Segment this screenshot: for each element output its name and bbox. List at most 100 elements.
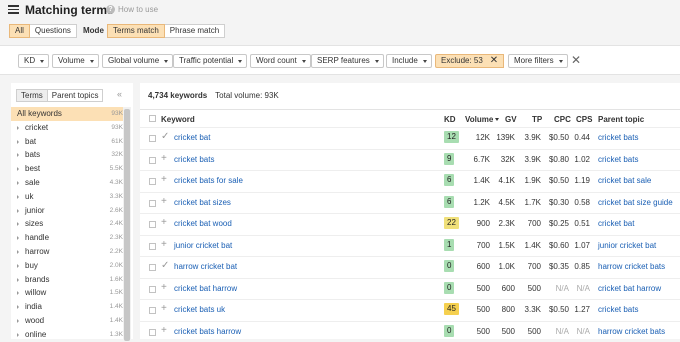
add-to-list-icon[interactable]: +: [161, 325, 167, 337]
add-to-list-icon[interactable]: +: [161, 282, 167, 294]
col-keyword[interactable]: Keyword: [161, 115, 195, 124]
expand-icon[interactable]: [17, 236, 19, 240]
add-to-list-icon[interactable]: +: [161, 239, 167, 251]
row-checkbox[interactable]: [149, 264, 156, 271]
exclude-clear-icon[interactable]: ✕: [485, 54, 504, 68]
expand-icon[interactable]: [17, 181, 19, 185]
added-check-icon[interactable]: ✓: [161, 131, 169, 143]
tab-terms[interactable]: Terms: [16, 89, 48, 102]
col-tp[interactable]: TP: [532, 115, 542, 124]
col-kd[interactable]: KD: [444, 115, 456, 124]
keyword-link[interactable]: cricket bats for sale: [174, 176, 243, 185]
sidebar-item[interactable]: buy2.0K: [11, 259, 123, 273]
keyword-link[interactable]: cricket bats: [174, 155, 214, 164]
parent-topic-link[interactable]: cricket bat size guide: [598, 198, 673, 207]
filter-exclude[interactable]: Exclude: 53: [435, 54, 489, 68]
expand-icon[interactable]: [17, 126, 19, 130]
sidebar-item[interactable]: best5.5K: [11, 162, 123, 176]
terms-match-button[interactable]: Terms match: [107, 24, 165, 38]
row-checkbox[interactable]: [149, 329, 156, 336]
parent-topic-link[interactable]: junior cricket bat: [598, 241, 656, 250]
sidebar-item[interactable]: brands1.6K: [11, 273, 123, 287]
row-checkbox[interactable]: [149, 157, 156, 164]
expand-icon[interactable]: [17, 153, 19, 157]
filter-word-count[interactable]: Word count: [250, 54, 311, 68]
sidebar-item[interactable]: willow1.5K: [11, 286, 123, 300]
menu-icon[interactable]: [8, 5, 19, 14]
expand-icon[interactable]: [17, 305, 19, 309]
keyword-link[interactable]: cricket bat: [174, 133, 210, 142]
add-to-list-icon[interactable]: +: [161, 153, 167, 165]
expand-icon[interactable]: [17, 278, 19, 282]
expand-icon[interactable]: [17, 140, 19, 144]
keyword-link[interactable]: cricket bat wood: [174, 219, 232, 228]
select-all-checkbox[interactable]: [149, 115, 156, 122]
row-checkbox[interactable]: [149, 307, 156, 314]
phrase-match-button[interactable]: Phrase match: [165, 24, 225, 38]
row-checkbox[interactable]: [149, 221, 156, 228]
row-checkbox[interactable]: [149, 286, 156, 293]
clear-filters-icon[interactable]: ✕: [571, 53, 581, 67]
sidebar-item-all-keywords[interactable]: All keywords93K: [11, 107, 123, 121]
parent-topic-link[interactable]: cricket bats: [598, 155, 638, 164]
sidebar-item[interactable]: sizes2.4K: [11, 217, 123, 231]
row-checkbox[interactable]: [149, 243, 156, 250]
filter-include[interactable]: Include: [386, 54, 432, 68]
sidebar-item[interactable]: cricket93K: [11, 121, 123, 135]
col-volume-wrap[interactable]: Volume: [465, 115, 499, 124]
sidebar-item[interactable]: wood1.4K: [11, 314, 123, 328]
keyword-link[interactable]: cricket bat sizes: [174, 198, 231, 207]
sidebar-item[interactable]: uk3.3K: [11, 190, 123, 204]
parent-topic-link[interactable]: cricket bats: [598, 305, 638, 314]
sidebar-item[interactable]: harrow2.2K: [11, 245, 123, 259]
sidebar-item[interactable]: bat61K: [11, 135, 123, 149]
sidebar-item[interactable]: junior2.6K: [11, 204, 123, 218]
parent-topic-link[interactable]: cricket bats: [598, 133, 638, 142]
col-cps[interactable]: CPS: [576, 115, 592, 124]
sidebar-item[interactable]: india1.4K: [11, 300, 123, 314]
filter-serp-features[interactable]: SERP features: [311, 54, 384, 68]
parent-topic-link[interactable]: harrow cricket bats: [598, 327, 665, 336]
tab-parent-topics[interactable]: Parent topics: [48, 89, 104, 102]
sidebar-item[interactable]: bats32K: [11, 148, 123, 162]
filter-global-volume[interactable]: Global volume: [102, 54, 173, 68]
more-filters-button[interactable]: More filters: [508, 54, 568, 68]
add-to-list-icon[interactable]: +: [161, 196, 167, 208]
expand-icon[interactable]: [17, 333, 19, 337]
add-to-list-icon[interactable]: +: [161, 217, 167, 229]
add-to-list-icon[interactable]: +: [161, 303, 167, 315]
filter-volume[interactable]: Volume: [52, 54, 99, 68]
expand-icon[interactable]: [17, 291, 19, 295]
keyword-link[interactable]: cricket bats harrow: [174, 327, 241, 336]
sidebar-scrollbar[interactable]: [123, 107, 131, 339]
expand-icon[interactable]: [17, 250, 19, 254]
expand-icon[interactable]: [17, 319, 19, 323]
expand-icon[interactable]: [17, 167, 19, 171]
row-checkbox[interactable]: [149, 135, 156, 142]
expand-icon[interactable]: [17, 264, 19, 268]
row-checkbox[interactable]: [149, 200, 156, 207]
collapse-sidebar-icon[interactable]: «: [117, 89, 122, 99]
expand-icon[interactable]: [17, 222, 19, 226]
keyword-link[interactable]: harrow cricket bat: [174, 262, 237, 271]
filter-traffic-potential[interactable]: Traffic potential: [173, 54, 247, 68]
added-check-icon[interactable]: ✓: [161, 260, 169, 272]
parent-topic-link[interactable]: cricket bat sale: [598, 176, 651, 185]
col-gv[interactable]: GV: [505, 115, 517, 124]
sidebar-item[interactable]: online1.3K: [11, 328, 123, 342]
filter-kd[interactable]: KD: [18, 54, 49, 68]
add-to-list-icon[interactable]: +: [161, 174, 167, 186]
sidebar-item[interactable]: handle2.3K: [11, 231, 123, 245]
scope-questions-button[interactable]: Questions: [30, 24, 77, 38]
col-parent-topic[interactable]: Parent topic: [598, 115, 644, 124]
keyword-link[interactable]: junior cricket bat: [174, 241, 232, 250]
col-cpc[interactable]: CPC: [554, 115, 571, 124]
row-checkbox[interactable]: [149, 178, 156, 185]
scope-all-button[interactable]: All: [9, 24, 30, 38]
sidebar-item[interactable]: sale4.3K: [11, 176, 123, 190]
parent-topic-link[interactable]: cricket bat harrow: [598, 284, 661, 293]
how-to-use-link[interactable]: ? How to use: [106, 5, 158, 14]
expand-icon[interactable]: [17, 209, 19, 213]
expand-icon[interactable]: [17, 195, 19, 199]
parent-topic-link[interactable]: cricket bat: [598, 219, 634, 228]
